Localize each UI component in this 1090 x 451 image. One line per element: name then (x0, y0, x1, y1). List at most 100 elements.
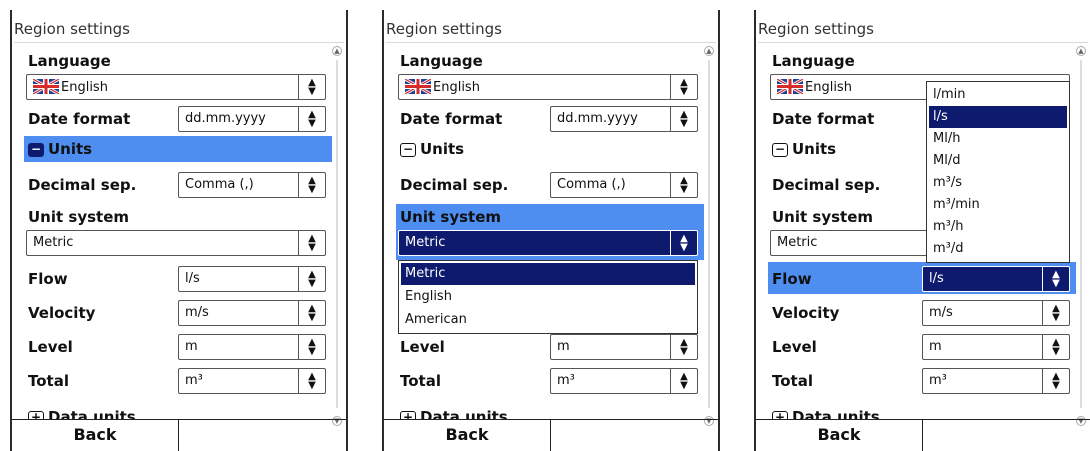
updown-arrow-icon[interactable]: ▲ ▼ (298, 335, 325, 359)
decimal-sep-select[interactable]: Comma (,) ▲ ▼ (178, 172, 326, 198)
velocity-select[interactable]: m/s ▲ ▼ (922, 300, 1070, 326)
total-label: Total (400, 372, 441, 390)
dropdown-option[interactable]: m³/s (929, 172, 1067, 194)
total-value: m³ (557, 373, 575, 388)
minus-box-icon[interactable]: − (28, 143, 44, 157)
language-value: English (433, 80, 480, 95)
scroll-up-icon[interactable]: ▲ (704, 46, 714, 56)
level-select[interactable]: m ▲ ▼ (922, 334, 1070, 360)
back-button[interactable]: Back (384, 420, 551, 451)
footer-bar: Back (756, 419, 1090, 451)
page-title: Region settings (758, 20, 874, 38)
updown-arrow-icon[interactable]: ▲ ▼ (1042, 335, 1069, 359)
minus-box-icon[interactable]: − (400, 143, 416, 157)
dropdown-option[interactable]: Ml/d (929, 150, 1067, 172)
updown-arrow-icon[interactable]: ▲ ▼ (670, 173, 697, 197)
scroll-up-icon[interactable]: ▲ (332, 46, 342, 56)
dropdown-option[interactable]: m³/h (929, 216, 1067, 238)
velocity-label: Velocity (772, 304, 840, 322)
empty-softkey[interactable] (180, 420, 346, 451)
minus-box-icon[interactable]: − (772, 143, 788, 157)
updown-arrow-icon[interactable]: ▲ ▼ (298, 75, 325, 99)
updown-arrow-icon[interactable]: ▲ ▼ (298, 267, 325, 291)
flow-label: Flow (28, 270, 68, 288)
unit-system-select[interactable]: Metric ▲ ▼ (26, 230, 326, 256)
dropdown-option[interactable]: l/min (929, 84, 1067, 106)
dropdown-option[interactable]: English (401, 286, 695, 308)
velocity-label: Velocity (28, 304, 96, 322)
updown-arrow-icon[interactable]: ▲ ▼ (670, 231, 697, 255)
dropdown-option[interactable]: Ml/h (929, 128, 1067, 150)
velocity-value: m/s (185, 305, 209, 320)
language-select[interactable]: English ▲ ▼ (26, 74, 326, 100)
level-label: Level (400, 338, 445, 356)
decimal-sep-select[interactable]: Comma (,) ▲ ▼ (550, 172, 698, 198)
back-button[interactable]: Back (756, 420, 923, 451)
dropdown-option[interactable]: Metric (401, 263, 695, 285)
flow-label: Flow (772, 270, 812, 288)
uk-flag-icon (777, 79, 803, 94)
total-select[interactable]: m³ ▲ ▼ (178, 368, 326, 394)
updown-arrow-icon[interactable]: ▲ ▼ (298, 107, 325, 131)
scrollbar-track[interactable] (1080, 60, 1082, 408)
updown-arrow-icon[interactable]: ▲ ▼ (1042, 369, 1069, 393)
decimal-sep-label: Decimal sep. (772, 176, 881, 194)
updown-arrow-icon[interactable]: ▲ ▼ (670, 369, 697, 393)
decimal-sep-value: Comma (,) (185, 177, 254, 192)
scrollbar-track[interactable] (336, 60, 338, 408)
scroll-up-icon[interactable]: ▲ (1076, 46, 1086, 56)
unit-system-select[interactable]: Metric ▲ ▼ (398, 230, 698, 256)
dropdown-option[interactable]: m³/d (929, 238, 1067, 260)
velocity-select[interactable]: m/s ▲ ▼ (178, 300, 326, 326)
language-value: English (61, 80, 108, 95)
empty-softkey[interactable] (924, 420, 1090, 451)
date-format-select[interactable]: dd.mm.yyyy ▲ ▼ (178, 106, 326, 132)
updown-arrow-icon[interactable]: ▲ ▼ (298, 301, 325, 325)
unit-system-value: Metric (405, 235, 446, 250)
updown-arrow-icon[interactable]: ▲ ▼ (298, 173, 325, 197)
updown-arrow-icon[interactable]: ▲ ▼ (298, 231, 325, 255)
empty-softkey[interactable] (552, 420, 718, 451)
divider (386, 42, 716, 43)
date-format-select[interactable]: dd.mm.yyyy ▲ ▼ (550, 106, 698, 132)
language-label: Language (400, 52, 483, 70)
dropdown-option[interactable]: m³/min (929, 194, 1067, 216)
units-section-header[interactable]: − Units (400, 140, 464, 158)
page-title: Region settings (14, 20, 130, 38)
language-label: Language (28, 52, 111, 70)
total-label: Total (772, 372, 813, 390)
units-section-label: Units (792, 140, 837, 158)
level-value: m (557, 339, 570, 354)
updown-arrow-icon[interactable]: ▲ ▼ (1042, 267, 1069, 291)
units-section-header[interactable]: − Units (28, 140, 92, 158)
flow-select[interactable]: l/s ▲ ▼ (178, 266, 326, 292)
updown-arrow-icon[interactable]: ▲ ▼ (298, 369, 325, 393)
units-section-header[interactable]: − Units (772, 140, 836, 158)
unit-system-value: Metric (33, 235, 74, 250)
updown-arrow-icon[interactable]: ▲ ▼ (670, 107, 697, 131)
updown-arrow-icon[interactable]: ▲ ▼ (670, 335, 697, 359)
units-section-label: Units (48, 140, 93, 158)
updown-arrow-icon[interactable]: ▲ ▼ (1042, 301, 1069, 325)
level-select[interactable]: m ▲ ▼ (550, 334, 698, 360)
units-section-label: Units (420, 140, 465, 158)
scrollbar-track[interactable] (708, 60, 710, 408)
dropdown-option[interactable]: American (401, 309, 695, 331)
level-value: m (185, 339, 198, 354)
dropdown-option[interactable]: l/s (929, 106, 1067, 128)
level-value: m (929, 339, 942, 354)
flow-select[interactable]: l/s ▲ ▼ (922, 266, 1070, 292)
language-select[interactable]: English ▲ ▼ (398, 74, 698, 100)
level-select[interactable]: m ▲ ▼ (178, 334, 326, 360)
date-format-value: dd.mm.yyyy (557, 111, 638, 126)
page-title: Region settings (386, 20, 502, 38)
scrollbar[interactable]: ▲ ▼ (704, 46, 714, 426)
scrollbar[interactable]: ▲ ▼ (1076, 46, 1086, 426)
divider (14, 42, 344, 43)
updown-arrow-icon[interactable]: ▲ ▼ (670, 75, 697, 99)
total-select[interactable]: m³ ▲ ▼ (550, 368, 698, 394)
language-label: Language (772, 52, 855, 70)
scrollbar[interactable]: ▲ ▼ (332, 46, 342, 426)
total-select[interactable]: m³ ▲ ▼ (922, 368, 1070, 394)
back-button[interactable]: Back (12, 420, 179, 451)
